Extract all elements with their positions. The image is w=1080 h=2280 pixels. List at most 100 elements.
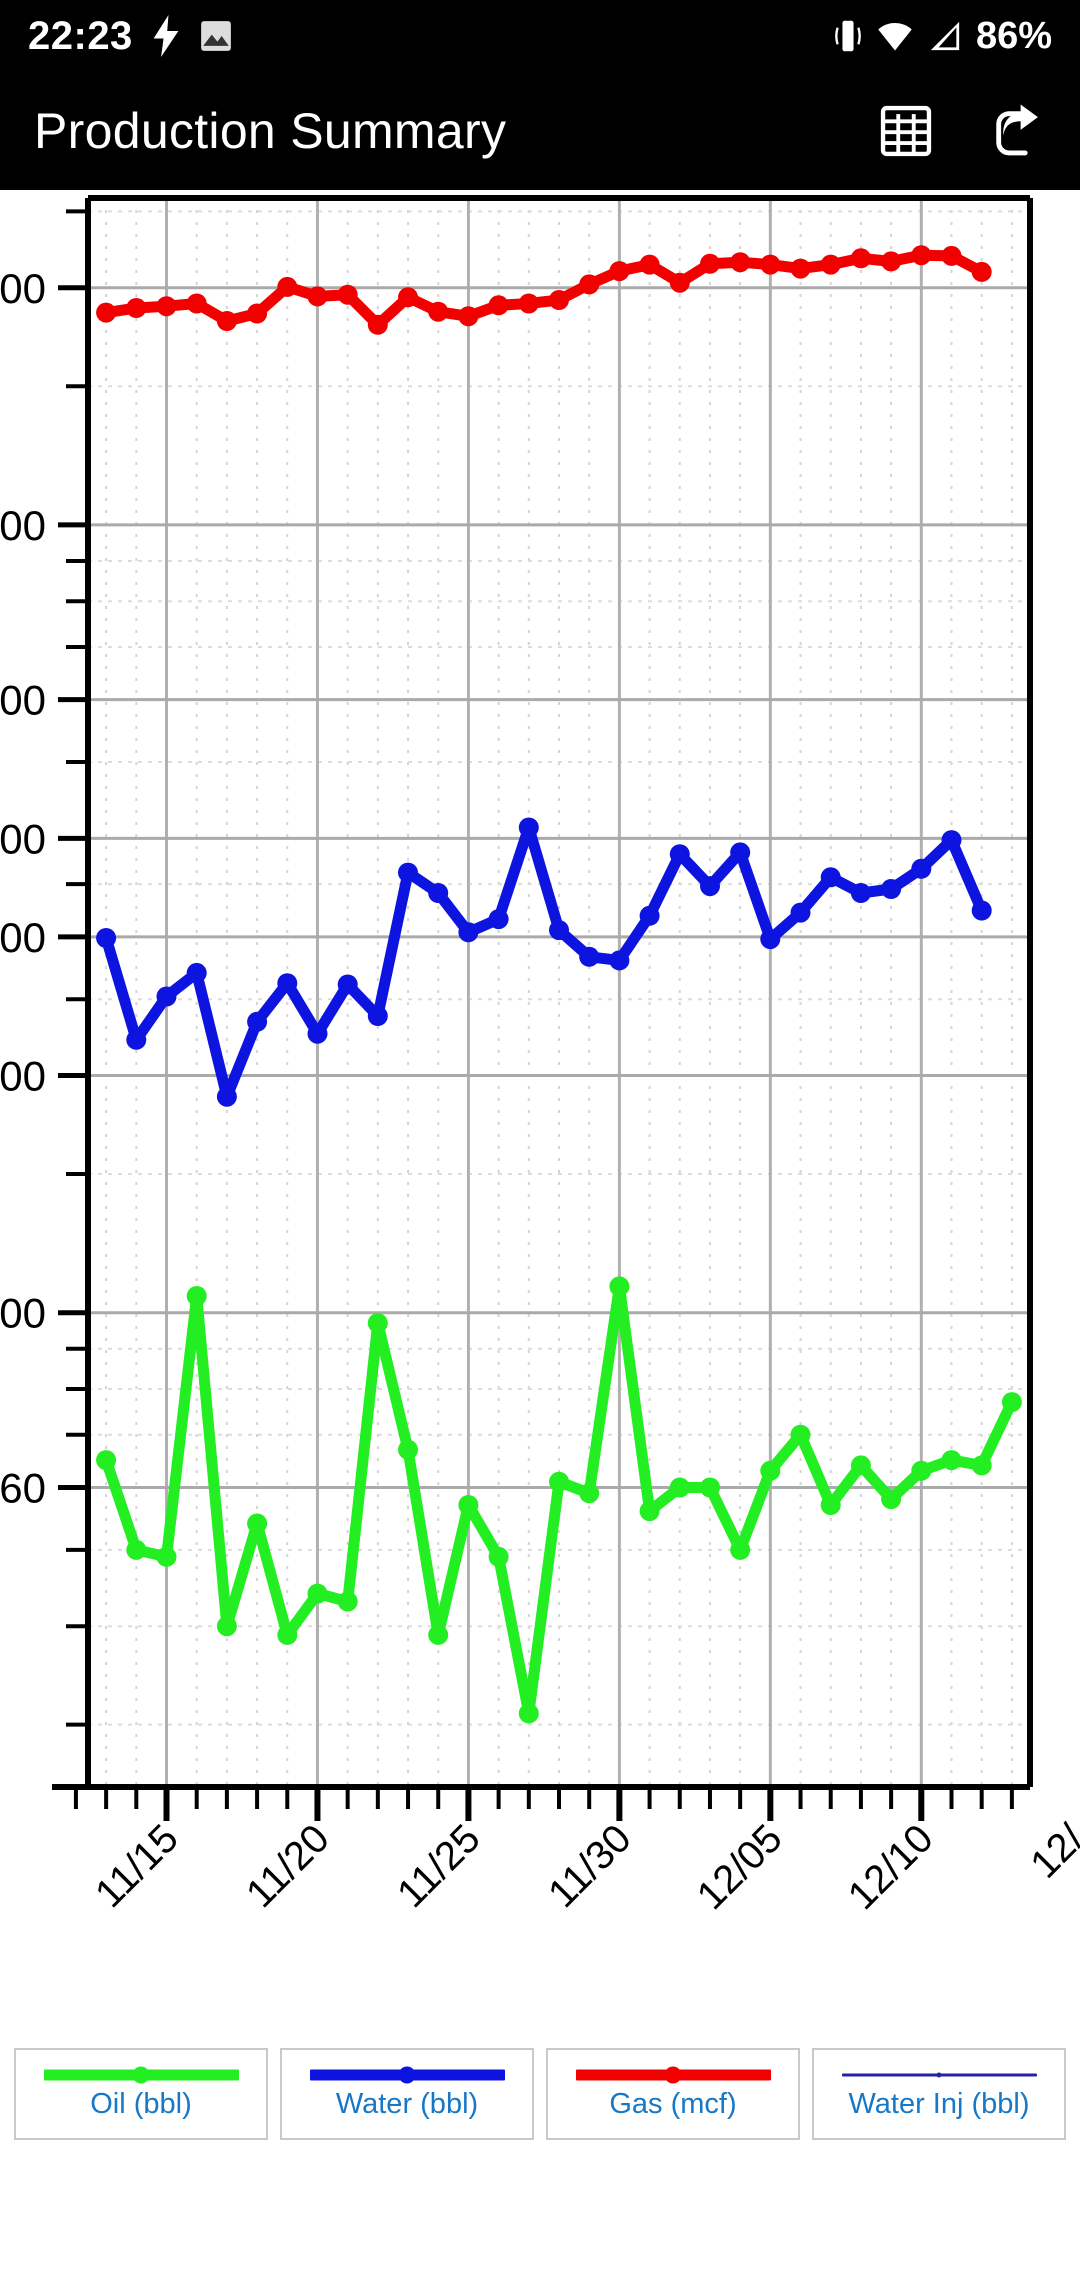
x-axis-label: 11/20 [238, 1816, 338, 1916]
legend-swatch-oil [43, 2066, 239, 2083]
series-point [307, 286, 328, 307]
series-point [790, 902, 811, 923]
series-point [398, 1439, 418, 1460]
series-point [186, 293, 207, 314]
series-point [96, 1450, 117, 1471]
series-point [156, 986, 177, 1007]
series-point [881, 1489, 902, 1510]
series-point [639, 1501, 660, 1522]
chart-region[interactable]: 60 100 200 300 400 600 1000 2000 11/15 11/20 11/2… [0, 190, 1080, 2154]
legend-label-gas: Gas (mcf) [609, 2087, 737, 2120]
series-point [760, 254, 781, 275]
series-line [100, 249, 988, 331]
series-point [911, 1460, 932, 1481]
series-point [639, 905, 660, 926]
page-title: Production Summary [34, 103, 507, 159]
series-point [700, 876, 720, 897]
legend-item-water[interactable]: Water (bbl) [280, 2048, 534, 2140]
series-point [337, 1591, 358, 1612]
x-axis-label: 11/15 [87, 1816, 187, 1916]
series-point [881, 251, 902, 272]
series-point [247, 303, 268, 324]
series-point [850, 1455, 871, 1476]
series-point [700, 253, 720, 274]
series-point [911, 858, 932, 879]
x-axis-label: 12/ [1022, 1816, 1080, 1887]
series-point [730, 1539, 751, 1560]
y-axis-label: 2000 [0, 265, 46, 312]
series-point [518, 1703, 539, 1724]
series-point [820, 254, 841, 275]
vibrate-icon [834, 18, 862, 54]
legend-item-gas[interactable]: Gas (mcf) [546, 2048, 800, 2140]
legend-swatch-water [309, 2066, 505, 2083]
status-bar-right: 86% [834, 15, 1052, 58]
y-axis-label: 400 [0, 815, 46, 862]
share-icon[interactable] [986, 101, 1046, 161]
series-point [850, 248, 871, 269]
x-axis-label: 11/25 [389, 1816, 489, 1916]
series-point [428, 883, 449, 903]
series-point [609, 950, 630, 971]
legend-swatch-gas [575, 2066, 771, 2083]
series-point [488, 1546, 509, 1567]
series-point [307, 1023, 328, 1044]
series-point [398, 287, 418, 308]
y-axis-label: 60 [0, 1464, 46, 1511]
series-point [96, 302, 117, 323]
legend-label-water-inj: Water Inj (bbl) [848, 2087, 1030, 2120]
series-point [216, 311, 237, 331]
production-line-chart[interactable]: 60 100 200 300 400 600 1000 2000 11/15 11/20 11/2… [0, 190, 1080, 2154]
legend-item-oil[interactable]: Oil (bbl) [14, 2048, 268, 2140]
app-bar: Production Summary [0, 72, 1080, 190]
series-point [96, 928, 117, 948]
grid-table-icon[interactable] [876, 101, 936, 161]
series-point [730, 842, 751, 863]
series-point [760, 929, 781, 950]
signal-icon [928, 20, 962, 52]
series-point [639, 254, 660, 275]
series-point [850, 883, 871, 903]
series-point [579, 946, 600, 967]
series-point [156, 296, 177, 317]
series-point [518, 817, 539, 838]
series-point [941, 1450, 962, 1471]
series-point [579, 1483, 600, 1504]
series-point [186, 1286, 207, 1306]
legend-label-oil: Oil (bbl) [90, 2087, 192, 2120]
series-point [790, 1424, 811, 1445]
series-point [1001, 1392, 1022, 1413]
series-point [971, 1455, 992, 1476]
series-point [126, 1539, 147, 1560]
series-point [700, 1477, 720, 1498]
legend-swatch-water-inj [841, 2068, 1037, 2082]
image-icon [199, 19, 233, 53]
series-point [820, 867, 841, 888]
series-point [941, 830, 962, 851]
series-point [488, 909, 509, 930]
app-bar-actions [876, 101, 1046, 161]
series-point [156, 1546, 177, 1567]
series-point [307, 1583, 328, 1604]
y-axis-label: 100 [0, 1290, 46, 1337]
series-point [669, 844, 690, 865]
series-point [971, 900, 992, 921]
series-point [277, 276, 298, 297]
x-axis-label: 12/05 [689, 1816, 791, 1918]
series-point [247, 1011, 268, 1032]
x-axis-label: 12/10 [840, 1816, 942, 1918]
legend-item-water-inj[interactable]: Water Inj (bbl) [812, 2048, 1066, 2140]
y-axis-label: 600 [0, 677, 46, 724]
series-point [760, 1460, 781, 1481]
series-point [730, 252, 751, 273]
series-point [428, 1624, 449, 1645]
series-point [367, 314, 388, 335]
y-axis-label: 200 [0, 1053, 46, 1100]
series-point [488, 295, 509, 316]
series-point [518, 293, 539, 314]
chart-y-tick-labels: 60 100 200 300 400 600 1000 2000 [0, 265, 46, 1512]
x-axis-label: 11/30 [540, 1816, 640, 1916]
series-point [549, 920, 569, 941]
series-point [398, 862, 418, 883]
series-point [549, 1471, 569, 1492]
